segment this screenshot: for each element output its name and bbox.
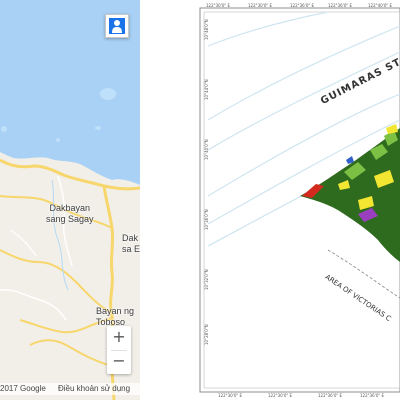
place-label-line: sang Sagay xyxy=(46,214,94,224)
islet xyxy=(1,126,7,132)
islet xyxy=(95,126,101,130)
coordinate-label-left: 10°48'0"N xyxy=(204,19,209,40)
secondary-road xyxy=(0,249,111,313)
minor-road xyxy=(9,229,37,257)
minor-road xyxy=(0,288,67,321)
zoom-in-button[interactable]: + xyxy=(107,326,131,350)
coordinate-label-left: 10°44'0"N xyxy=(204,79,209,100)
coordinate-label-top: 122°36'0" E xyxy=(328,3,353,8)
place-label-line: Dakbayan xyxy=(49,203,91,213)
coordinate-label-left: 10°36'0"N xyxy=(204,209,209,230)
coordinate-label-bottom: 122°30'0" E xyxy=(268,393,293,398)
place-label-line: Dak xyxy=(122,233,139,243)
thematic-map-panel: 122°30'0" E 122°30'0" E 122°36'0" E 122°… xyxy=(178,0,400,400)
thematic-map-canvas xyxy=(199,7,400,393)
coordinate-label-top: 122°36'0" E xyxy=(290,3,315,8)
islet xyxy=(100,88,116,100)
coordinate-label-left: 10°28'0"N xyxy=(204,324,209,345)
coordinate-label-top: 122°40'0" E xyxy=(368,3,393,8)
secondary-road xyxy=(29,339,113,367)
copyright-text: 2017 Google xyxy=(0,384,46,393)
terms-of-use-link[interactable]: Điều khoản sử dụng xyxy=(58,383,130,395)
road-map-panel[interactable]: Dakbayan sang Sagay Dak sa Es Bayan ng T… xyxy=(0,0,140,400)
zoom-out-button[interactable]: − xyxy=(107,350,131,374)
coordinate-label-left: 10°40'0"N xyxy=(204,139,209,160)
zoom-control: + − xyxy=(107,326,131,374)
place-label-sagay: Dakbayan sang Sagay xyxy=(46,203,94,225)
screenshot-stage: Dakbayan sang Sagay Dak sa Es Bayan ng T… xyxy=(0,0,400,400)
coordinate-label-top: 122°30'0" E xyxy=(206,3,231,8)
street-view-pegman-button[interactable] xyxy=(105,14,129,38)
place-label-line: sa Es xyxy=(122,244,140,254)
place-label-toboso: Bayan ng Toboso xyxy=(96,306,134,328)
coordinate-label-bottom: 122°36'0" E xyxy=(318,393,343,398)
place-label-escalante: Dak sa Es xyxy=(122,233,140,255)
map-attribution: 2017 Google Điều khoản sử dụng xyxy=(0,383,140,395)
coordinate-label-left: 10°32'0"N xyxy=(204,269,209,290)
coordinate-label-bottom: 122°30'0" E xyxy=(218,393,243,398)
coordinate-label-top: 122°30'0" E xyxy=(248,3,273,8)
person-icon xyxy=(109,18,125,34)
islet xyxy=(56,138,60,142)
place-label-line: Bayan ng xyxy=(96,306,135,316)
coordinate-label-bottom: 122°36'0" E xyxy=(360,393,385,398)
area-boundary-line xyxy=(327,249,400,299)
